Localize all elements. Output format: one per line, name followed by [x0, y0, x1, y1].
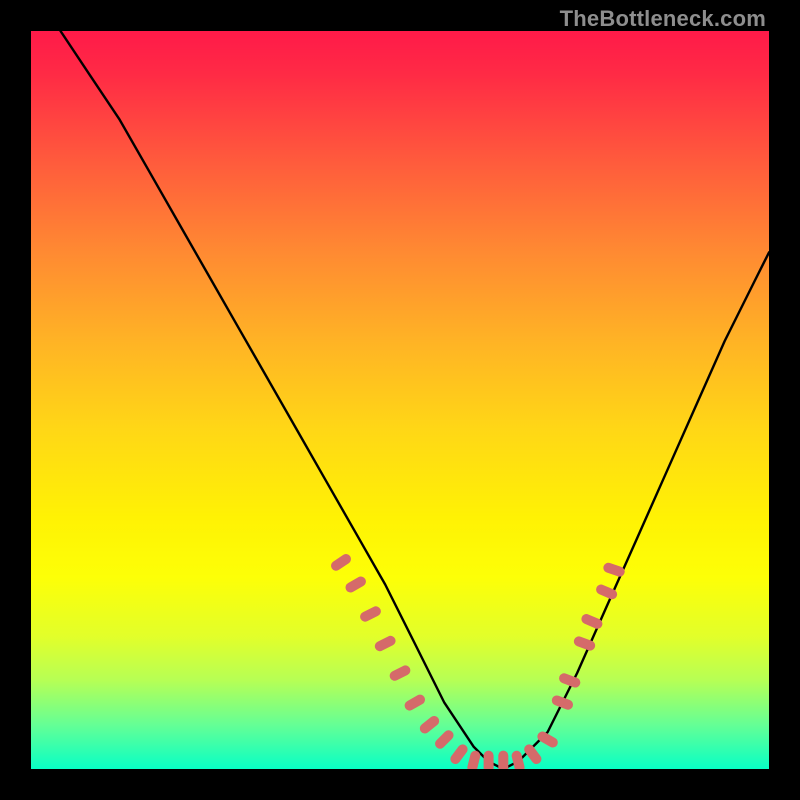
watermark-text: TheBottleneck.com: [560, 6, 766, 32]
plot-area: [31, 31, 769, 769]
bottleneck-curve: [61, 31, 770, 769]
chart-svg: [31, 31, 769, 769]
chart-frame: TheBottleneck.com: [0, 0, 800, 800]
